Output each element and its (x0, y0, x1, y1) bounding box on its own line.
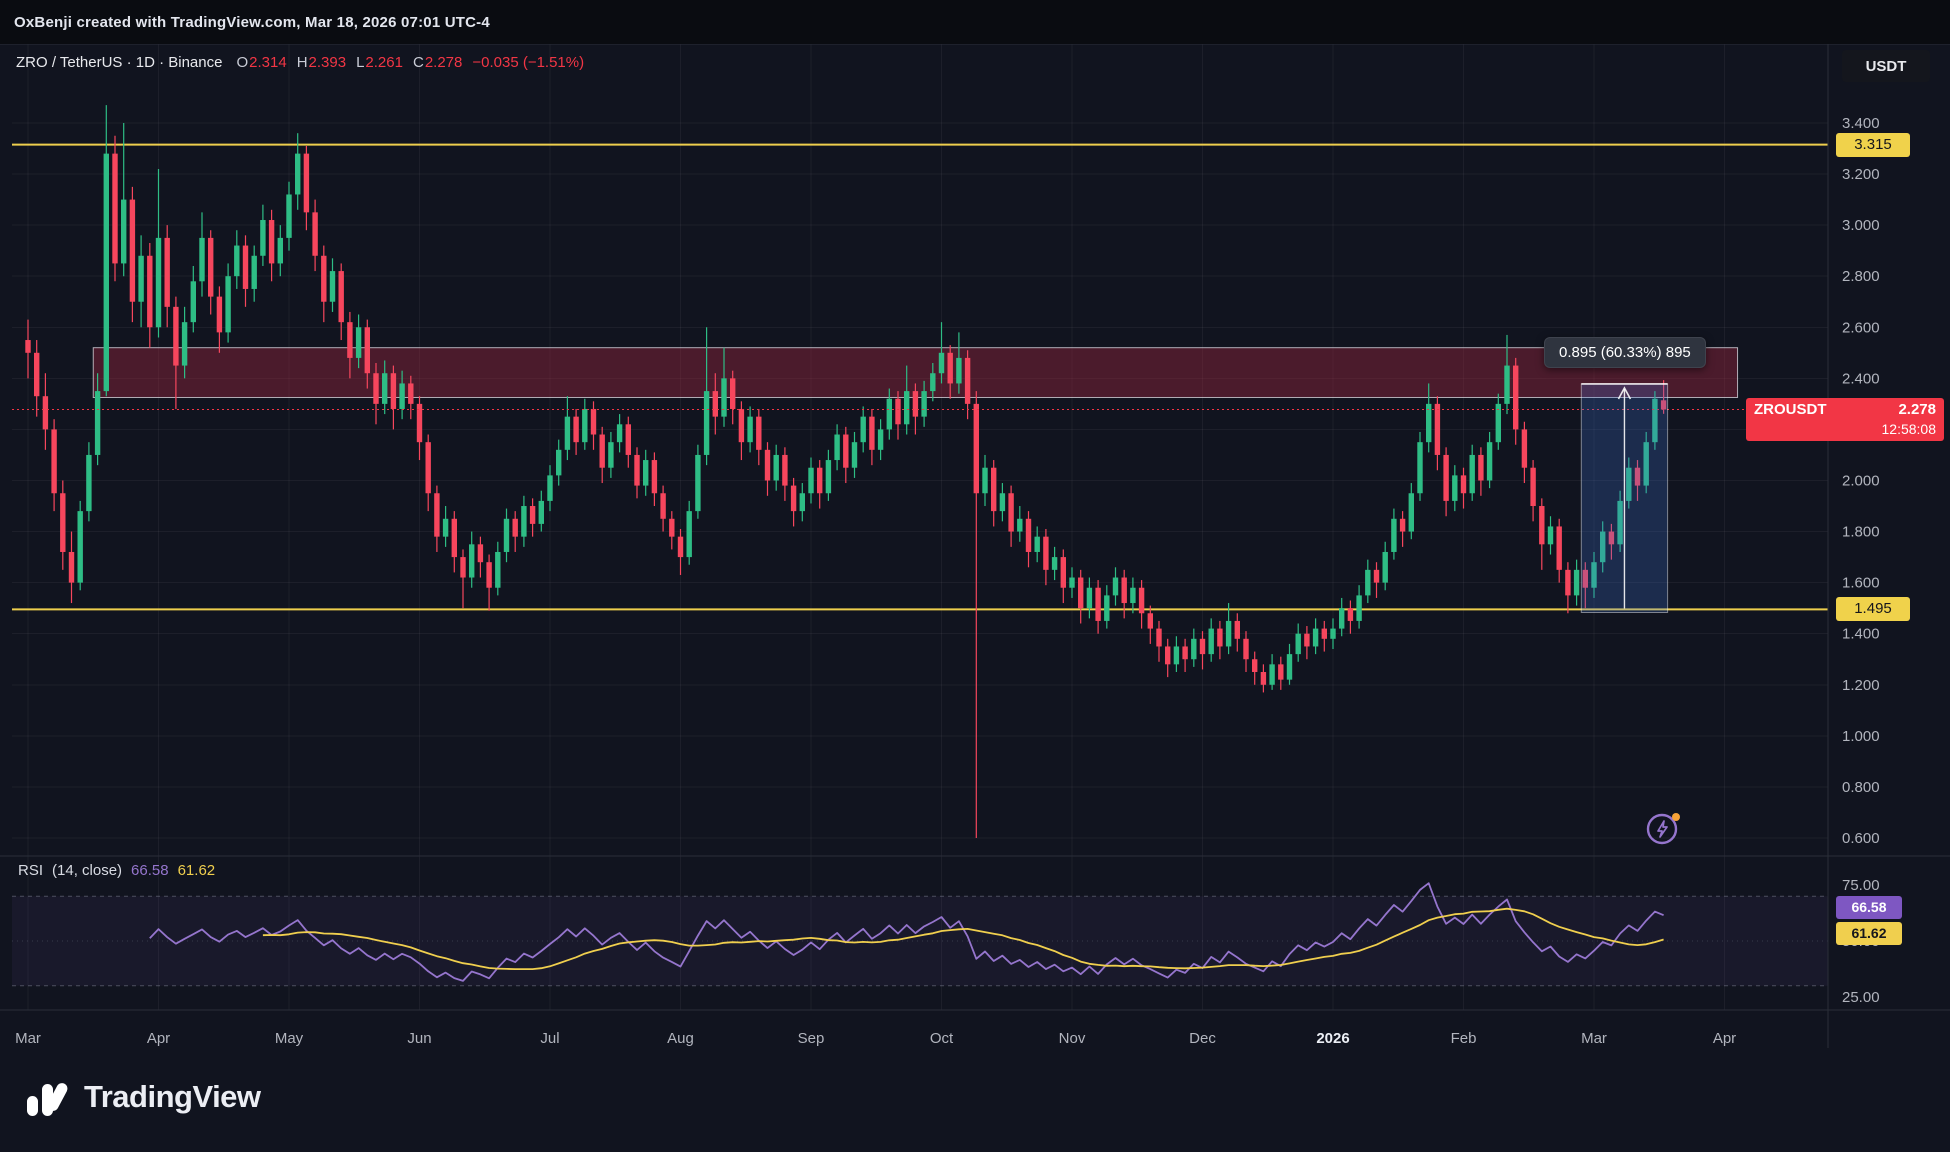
symbol-title[interactable]: ZRO / TetherUS · 1D · Binance (16, 54, 222, 71)
time-scale[interactable] (0, 1010, 1828, 1048)
lightning-icon (1640, 804, 1686, 850)
rsi-title: RSI (18, 862, 43, 879)
change-value: −0.035 (−1.51%) (472, 54, 584, 71)
resistance-price-label: 3.315 (1836, 133, 1910, 157)
rsi-band (12, 896, 1828, 986)
price-label-symbol: ZROUSDT (1754, 400, 1827, 420)
rsi-params: (14, close) (52, 862, 122, 879)
tradingview-logo-icon (26, 1076, 72, 1118)
currency-toggle-button[interactable]: USDT (1842, 50, 1930, 82)
open-value: 2.314 (249, 54, 287, 71)
high-label: H (297, 54, 308, 71)
low-value: 2.261 (365, 54, 403, 71)
price-label-value: 2.278 (1898, 400, 1936, 420)
chart-legend: ZRO / TetherUS · 1D · Binance O2.314 H2.… (16, 54, 584, 71)
topbar: OxBenji created with TradingView.com, Ma… (0, 0, 1950, 44)
high-value: 2.393 (309, 54, 347, 71)
candle-countdown: 12:58:08 (1754, 420, 1936, 438)
price-scale[interactable] (1828, 44, 1950, 1010)
chart-canvas[interactable]: 3.4003.2003.0002.8002.6002.4002.0001.800… (0, 0, 1950, 1152)
support-price-label: 1.495 (1836, 597, 1910, 621)
measurement-tooltip: 0.895 (60.33%) 895 (1544, 337, 1706, 368)
close-label: C (413, 54, 424, 71)
rsi-ma-value: 61.62 (178, 862, 216, 879)
current-price-label: ZROUSDT 2.278 12:58:08 (1746, 398, 1944, 441)
rsi-legend[interactable]: RSI (14, close) 66.58 61.62 (18, 862, 215, 879)
rsi-axis-value-label: 66.58 (1836, 896, 1902, 919)
tradingview-logo-text: TradingView (84, 1079, 261, 1115)
tradingview-logo[interactable]: TradingView (26, 1076, 261, 1118)
topbar-attribution-text: OxBenji created with TradingView.com, Ma… (14, 14, 490, 31)
tradingview-chart-page: 3.4003.2003.0002.8002.6002.4002.0001.800… (0, 0, 1950, 1152)
close-value: 2.278 (425, 54, 463, 71)
rsi-value: 66.58 (131, 862, 169, 879)
ohlc-values: O2.314 H2.393 L2.261 C2.278 −0.035 (−1.5… (236, 54, 584, 71)
low-label: L (356, 54, 364, 71)
rsi-ma-axis-value-label: 61.62 (1836, 922, 1902, 945)
measurement-box[interactable] (1581, 384, 1667, 613)
quick-action-lightning-icon[interactable] (1640, 804, 1686, 850)
open-label: O (236, 54, 248, 71)
